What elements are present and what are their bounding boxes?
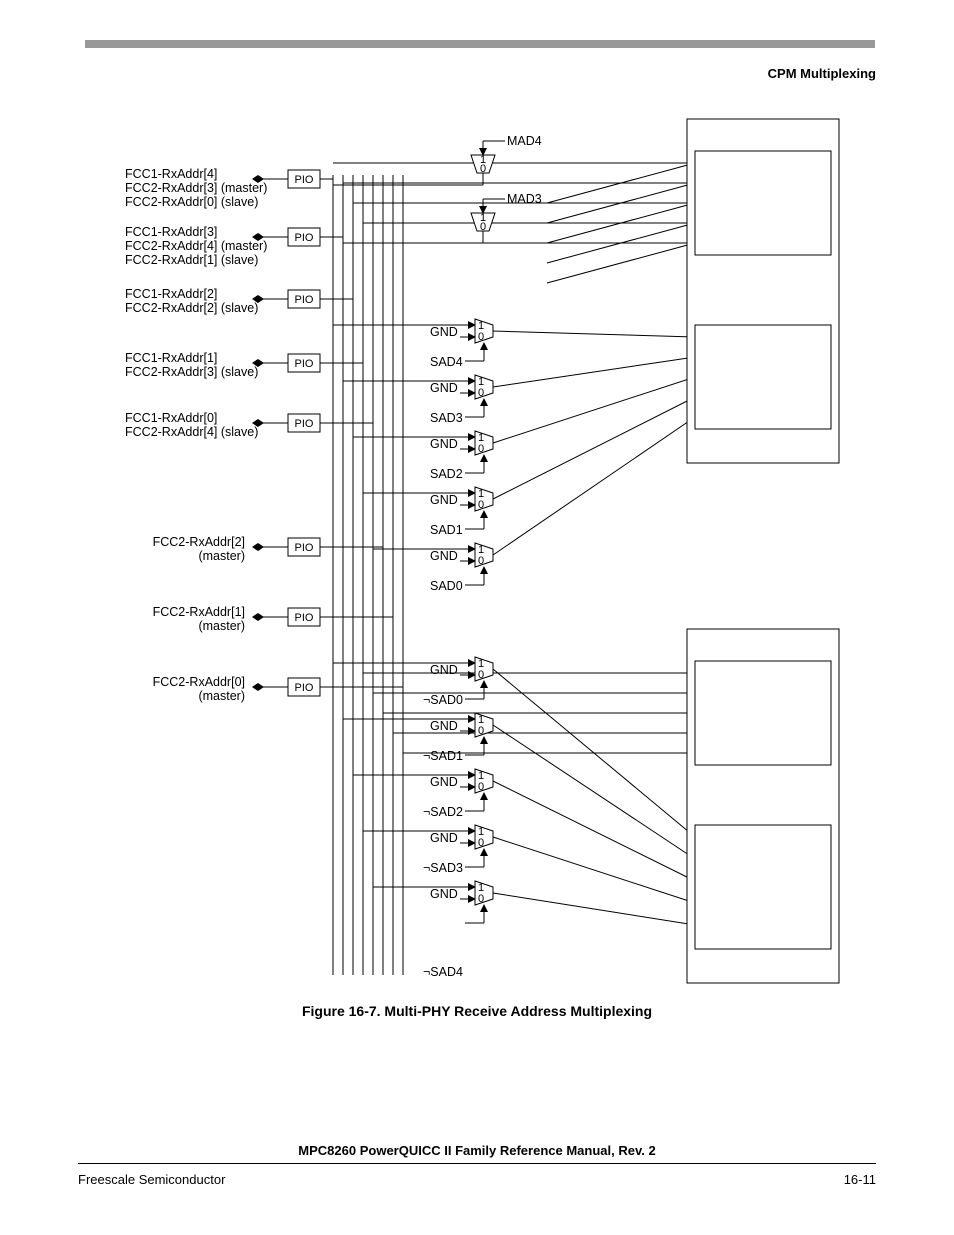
svg-text:0: 0 — [478, 837, 484, 849]
svg-text:PIO: PIO — [295, 542, 314, 554]
svg-text:PIO: PIO — [295, 232, 314, 244]
manual-title: MPC8260 PowerQUICC II Family Reference M… — [0, 1143, 954, 1158]
diagram-svg: PIOPIOPIOPIOPIOPIOPIOPIO1010101010101010… — [115, 115, 845, 985]
svg-text:PIO: PIO — [295, 612, 314, 624]
svg-text:0: 0 — [478, 781, 484, 793]
svg-text:0: 0 — [478, 669, 484, 681]
figure-diagram: FCC1-RxAddr[4] FCC2-RxAddr[3] (master) F… — [115, 115, 845, 985]
footer-left: Freescale Semiconductor — [78, 1172, 225, 1187]
svg-text:0: 0 — [478, 387, 484, 399]
section-title: CPM Multiplexing — [768, 66, 876, 81]
svg-text:0: 0 — [478, 331, 484, 343]
svg-text:0: 0 — [480, 163, 486, 175]
svg-text:0: 0 — [478, 555, 484, 567]
header-bar — [85, 40, 875, 48]
svg-text:PIO: PIO — [295, 358, 314, 370]
footer-rule — [78, 1163, 876, 1164]
svg-text:0: 0 — [478, 499, 484, 511]
svg-text:PIO: PIO — [295, 174, 314, 186]
svg-text:0: 0 — [478, 893, 484, 905]
svg-text:PIO: PIO — [295, 418, 314, 430]
page-number: 16-11 — [844, 1172, 876, 1187]
svg-text:PIO: PIO — [295, 294, 314, 306]
svg-text:0: 0 — [478, 443, 484, 455]
svg-text:0: 0 — [478, 725, 484, 737]
svg-text:0: 0 — [480, 221, 486, 233]
figure-caption: Figure 16-7. Multi-PHY Receive Address M… — [0, 1003, 954, 1019]
svg-text:PIO: PIO — [295, 682, 314, 694]
